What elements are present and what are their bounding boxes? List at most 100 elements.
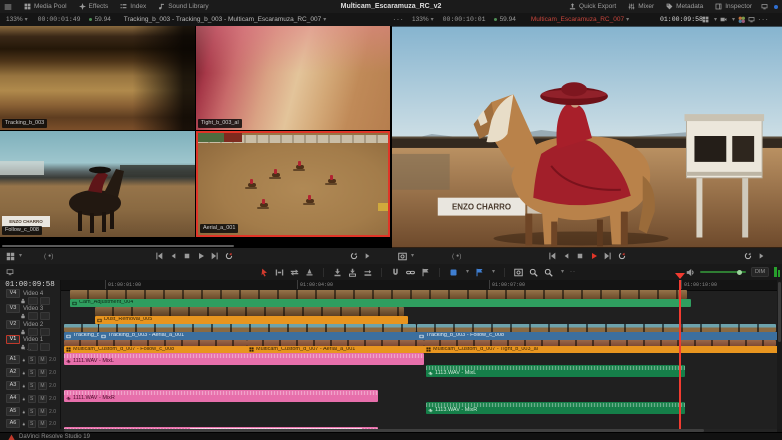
audio-clip[interactable]: 1113.WAV - MixL [426,365,685,377]
clip-thumbnails[interactable] [99,324,416,332]
camera-icon[interactable] [720,16,727,23]
step-back-button[interactable] [562,252,570,260]
viewer-options-menu-icon[interactable]: ··· [758,16,769,24]
track-badge-a2[interactable]: A2 [6,368,20,377]
panel-toggle-button[interactable] [758,0,771,13]
clip-tracking-tight[interactable]: Tracking_b_003 - Tight_b_003_al [64,332,102,340]
lock-icon[interactable] [22,370,26,376]
mute-button[interactable]: M [38,395,47,403]
track-auto-select-toggle[interactable] [40,312,50,320]
timeline-view-options-icon[interactable] [6,268,14,276]
clip-tracking-aerial[interactable]: Tracking_b_003 - Aerial_a_001 [99,332,420,340]
track-badge-v4[interactable]: V4 [6,289,20,298]
clip-cam-adjustment[interactable]: Cam_Adjustment_004 [70,299,691,307]
track-auto-select-toggle[interactable] [40,343,50,351]
mute-button[interactable]: M [38,382,47,390]
track-badge-a3[interactable]: A3 [6,381,20,390]
match-frame-icon[interactable] [364,252,372,260]
solo-button[interactable]: S [28,420,36,428]
play-button[interactable] [197,252,205,260]
angle-aerial-a-001-active[interactable]: Aerial_a_001 [196,131,390,237]
loop-button-active[interactable] [618,252,626,260]
clip-tracking-follow[interactable]: Tracking_b_003 - Follow_c_008 [417,332,780,340]
program-viewer[interactable]: ENZO CHARRO [392,26,782,248]
track-header-a4[interactable]: A4 S M 2.0 [6,394,58,403]
flag-button[interactable] [421,268,430,277]
track-badge-a6[interactable]: A6 [6,419,20,428]
angle-tracking-b-003[interactable]: Tracking_b_003 [0,26,195,130]
timeline-jog-control[interactable]: (●) [452,248,463,264]
clip-thumbnails[interactable] [64,324,98,332]
track-badge-v2[interactable]: V2 [6,320,20,329]
match-frame-icon[interactable] [758,252,766,260]
lock-icon[interactable] [22,383,26,389]
track-divider-handle[interactable]: ··· [24,348,32,353]
audio-clip[interactable]: 1111.WAV - MixL [64,353,424,365]
clip-dust-removal[interactable]: Dust_Removal_005 [95,316,408,324]
track-badge-v3[interactable]: V3 [6,304,20,313]
solo-button[interactable]: S [28,408,36,416]
angle-follow-c-008[interactable]: ENZO CHARRO Follow_c_008 [0,131,195,237]
toolbar-overflow-icon[interactable]: ·· [570,269,576,275]
refresh-icon[interactable] [744,252,752,260]
track-header-a2[interactable]: A2 S M 2.0 [6,368,58,377]
stop-button[interactable] [183,252,191,260]
mute-button[interactable]: M [38,408,47,416]
clip-thumbnails[interactable] [95,307,404,316]
track-badge-a1[interactable]: A1 [6,355,20,364]
dim-button[interactable]: DIM [751,267,769,277]
snapping-button[interactable] [391,268,400,277]
source-clip-name[interactable]: Tracking_b_003 - Tracking_b_003 - Multic… [124,16,321,23]
clip-thumbnails[interactable] [70,290,687,299]
marker-button[interactable] [475,268,484,277]
mute-button[interactable]: M [38,369,47,377]
solo-button[interactable]: S [28,356,36,364]
go-to-end-button[interactable] [604,252,612,260]
effects-button[interactable]: Effects [73,0,115,13]
track-enable-toggle[interactable] [28,312,38,320]
go-to-end-button[interactable] [211,252,219,260]
loop-button-active[interactable] [225,252,233,260]
multicam-display-mode-icon[interactable] [6,252,15,261]
audio-clip[interactable]: 1111.WAV - MixR [64,390,378,402]
timeline-vertical-scrollbar[interactable] [777,280,782,429]
overwrite-clip-button[interactable] [348,268,357,277]
razor-tool[interactable] [305,268,314,277]
volume-slider[interactable] [700,271,746,273]
playhead-handle[interactable] [675,273,685,279]
zoom-detail-button[interactable] [529,268,538,277]
go-to-start-button[interactable] [548,252,556,260]
timeline-zoom-level[interactable]: 133% [412,16,429,23]
scopes-icon[interactable] [738,16,745,23]
multicam-view-icon[interactable] [702,16,709,23]
mixer-button[interactable]: Mixer [622,0,660,13]
stop-button[interactable] [576,252,584,260]
viewer-mode-icon[interactable] [398,252,407,261]
index-button[interactable]: Index [114,0,152,13]
custom-zoom-button[interactable] [544,268,553,277]
link-clips-button[interactable] [406,268,415,277]
viewer-overflow-menu-icon[interactable]: ··· [393,16,404,24]
trim-edit-mode-tool[interactable] [275,268,284,277]
go-to-start-button[interactable] [155,252,163,260]
clip-multicam-tight[interactable]: Multicam_Custom_d_007 - Tight_b_003_al [424,346,780,353]
track-badge-v1-destination[interactable]: V1 [6,335,20,344]
inspector-button[interactable]: Inspector [709,0,758,13]
speaker-icon[interactable] [686,268,695,277]
viewer-zoom-scrollbar[interactable] [2,245,234,247]
clip-thumbnails[interactable] [417,324,776,332]
track-badge-a4[interactable]: A4 [6,394,20,403]
playhead-line[interactable] [679,280,681,429]
metadata-button[interactable]: Metadata [660,0,709,13]
step-back-button[interactable] [169,252,177,260]
solo-button[interactable]: S [28,395,36,403]
track-header-a5[interactable]: A5 S M 2.0 [6,407,58,416]
zoom-full-extent-button[interactable] [514,268,523,277]
track-badge-a5[interactable]: A5 [6,407,20,416]
angle-tight-b-003-al[interactable]: Tight_b_003_al [196,26,390,130]
lock-icon[interactable] [22,396,26,402]
solo-button[interactable]: S [28,382,36,390]
lock-icon[interactable] [22,409,26,415]
clean-feed-monitor-icon[interactable] [748,16,755,23]
timeline-name[interactable]: Multicam_Escaramuza_RC_007 [531,16,624,23]
